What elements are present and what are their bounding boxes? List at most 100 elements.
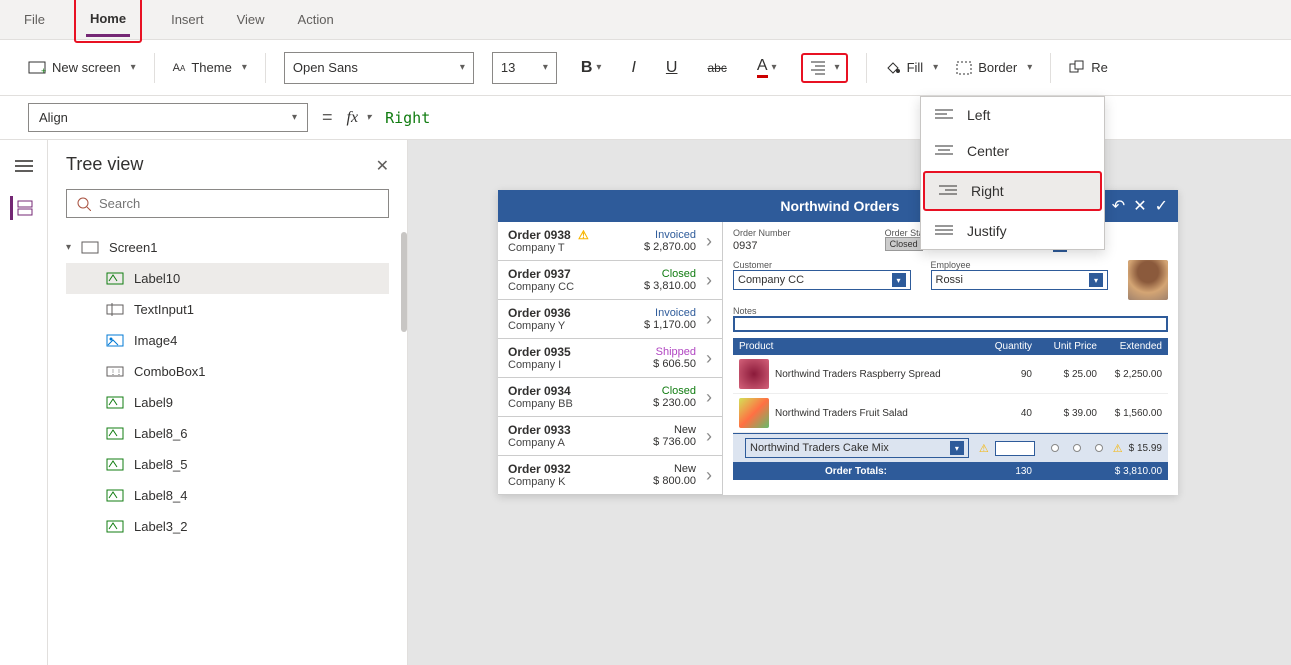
- field-label: Employee: [931, 260, 1109, 270]
- hamburger-icon[interactable]: [12, 154, 36, 178]
- tree-item-combobox1[interactable]: ⋮⋮ComboBox1: [66, 356, 389, 387]
- menu-file[interactable]: File: [20, 4, 49, 35]
- handle[interactable]: [1073, 444, 1081, 452]
- search-input[interactable]: [99, 196, 378, 211]
- strikethrough-button[interactable]: abc: [701, 57, 732, 79]
- align-button[interactable]: ▾: [801, 53, 848, 83]
- order-amount: $ 1,170.00: [644, 319, 696, 331]
- order-row[interactable]: Order 0935Company IShipped$ 606.50›: [498, 339, 722, 378]
- menu-home[interactable]: Home: [86, 3, 130, 37]
- order-row[interactable]: Order 0932Company KNew$ 800.00›: [498, 456, 722, 495]
- chevron-down-icon: ▾: [543, 62, 548, 73]
- employee-dropdown[interactable]: Rossi▾: [931, 270, 1109, 290]
- ribbon: + New screen ▾ AA Theme ▾ Open Sans ▾ 13…: [0, 40, 1291, 96]
- control-icon: [106, 396, 124, 410]
- control-icon: [106, 427, 124, 441]
- tree-view-pane: Tree view ✕ ▾ Screen1 Label10TextInput1I…: [48, 140, 408, 665]
- product-dropdown[interactable]: Northwind Traders Cake Mix▾: [745, 438, 969, 458]
- order-row[interactable]: Order 0938 ⚠Company TInvoiced$ 2,870.00›: [498, 222, 722, 261]
- font-size-dropdown[interactable]: 13 ▾: [492, 52, 557, 84]
- tree-item-textinput1[interactable]: TextInput1: [66, 294, 389, 325]
- formula-value[interactable]: Right: [385, 109, 430, 127]
- tree-root-screen1[interactable]: ▾ Screen1: [66, 232, 389, 263]
- tree-view-icon[interactable]: [10, 196, 34, 220]
- order-status: Closed: [653, 385, 696, 397]
- equals-sign: =: [322, 107, 333, 128]
- theme-button[interactable]: AA Theme ▾: [173, 60, 247, 75]
- tree-item-label3_2[interactable]: Label3_2: [66, 511, 389, 542]
- menu-insert[interactable]: Insert: [167, 4, 208, 35]
- totals-qty: 130: [967, 466, 1032, 477]
- tree-item-label9[interactable]: Label9: [66, 387, 389, 418]
- tree-item-label8_5[interactable]: Label8_5: [66, 449, 389, 480]
- tree-item-image4[interactable]: Image4: [66, 325, 389, 356]
- product-row[interactable]: Northwind Traders Fruit Salad40$ 39.00$ …: [733, 394, 1168, 433]
- order-totals: Order Totals: 130 $ 3,810.00: [733, 463, 1168, 480]
- order-row[interactable]: Order 0936Company YInvoiced$ 1,170.00›: [498, 300, 722, 339]
- order-row[interactable]: Order 0934Company BBClosed$ 230.00›: [498, 378, 722, 417]
- canvas[interactable]: Northwind Orders ↶ ✕ ✓ Order 0938 ⚠Compa…: [408, 140, 1291, 665]
- chevron-right-icon[interactable]: ›: [706, 231, 712, 252]
- align-right-option[interactable]: Right: [923, 171, 1102, 211]
- chevron-down-icon: ▾: [131, 62, 136, 73]
- tree-item-label8_4[interactable]: Label8_4: [66, 480, 389, 511]
- chevron-right-icon[interactable]: ›: [706, 309, 712, 330]
- handle[interactable]: [1095, 444, 1103, 452]
- bold-button[interactable]: B▾: [575, 55, 608, 81]
- check-icon[interactable]: ✓: [1155, 196, 1168, 216]
- chevron-right-icon[interactable]: ›: [706, 270, 712, 291]
- menu-bar: File Home Insert View Action: [0, 0, 1291, 40]
- handle[interactable]: [1051, 444, 1059, 452]
- tree-item-label10[interactable]: Label10: [66, 263, 389, 294]
- align-left-option[interactable]: Left: [921, 97, 1104, 133]
- chevron-down-icon: ▾: [835, 62, 840, 73]
- order-id: Order 0938 ⚠: [508, 228, 644, 242]
- search-box[interactable]: [66, 189, 389, 218]
- field-order-number: Order Number 0937: [733, 228, 865, 254]
- close-icon[interactable]: ✕: [1133, 196, 1146, 216]
- font-color-button[interactable]: A▾: [751, 53, 783, 82]
- order-row[interactable]: Order 0933Company ANew$ 736.00›: [498, 417, 722, 456]
- property-dropdown[interactable]: Align ▾: [28, 103, 308, 132]
- menu-action[interactable]: Action: [294, 4, 338, 35]
- italic-button[interactable]: I: [625, 55, 641, 81]
- order-id: Order 0937: [508, 267, 644, 281]
- close-icon[interactable]: ✕: [376, 156, 389, 176]
- chevron-right-icon[interactable]: ›: [706, 426, 712, 447]
- chevron-right-icon[interactable]: ›: [706, 387, 712, 408]
- dropdown-value: Rossi: [936, 274, 964, 286]
- order-row[interactable]: Order 0937Company CCClosed$ 3,810.00›: [498, 261, 722, 300]
- header-icons: ↶ ✕ ✓: [1112, 196, 1168, 216]
- chevron-down-icon: ▾: [1027, 62, 1032, 73]
- selection-handles[interactable]: [1051, 444, 1103, 452]
- notes-input[interactable]: [733, 316, 1168, 332]
- reorder-label: Re: [1091, 60, 1108, 75]
- chevron-right-icon[interactable]: ›: [706, 348, 712, 369]
- qty-input[interactable]: [995, 441, 1035, 456]
- scrollbar[interactable]: [401, 232, 407, 332]
- border-button[interactable]: Border ▾: [956, 60, 1032, 75]
- new-screen-button[interactable]: + New screen ▾: [28, 60, 136, 75]
- align-justify-option[interactable]: Justify: [921, 213, 1104, 249]
- tree-item-label8_6[interactable]: Label8_6: [66, 418, 389, 449]
- totals-ext: $ 3,810.00: [1097, 466, 1162, 477]
- product-row[interactable]: Northwind Traders Raspberry Spread90$ 25…: [733, 355, 1168, 394]
- control-icon: [106, 458, 124, 472]
- fill-button[interactable]: Fill ▾: [885, 60, 939, 76]
- underline-button[interactable]: U: [660, 55, 684, 81]
- col-ext: Extended: [1097, 341, 1162, 352]
- warning-icon: ⚠: [979, 442, 989, 455]
- align-center-option[interactable]: Center: [921, 133, 1104, 169]
- order-status: New: [653, 463, 696, 475]
- product-unit: $ 25.00: [1032, 369, 1097, 380]
- customer-dropdown[interactable]: Company CC▾: [733, 270, 911, 290]
- menu-view[interactable]: View: [233, 4, 269, 35]
- font-dropdown[interactable]: Open Sans ▾: [284, 52, 474, 84]
- fx-button[interactable]: fx▾: [347, 109, 372, 127]
- product-ext: $ 2,250.00: [1097, 369, 1162, 380]
- left-rail: [0, 140, 48, 665]
- undo-icon[interactable]: ↶: [1112, 196, 1125, 216]
- reorder-button[interactable]: Re: [1069, 60, 1108, 76]
- tree-item-label: Label9: [134, 395, 173, 410]
- chevron-right-icon[interactable]: ›: [706, 465, 712, 486]
